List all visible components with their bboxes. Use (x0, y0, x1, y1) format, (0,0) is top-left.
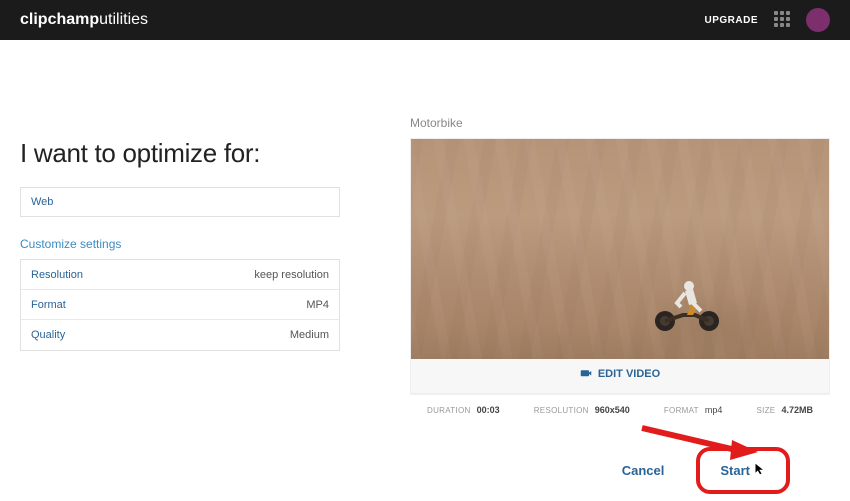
start-label: Start (720, 463, 750, 478)
setting-value: keep resolution (254, 269, 329, 281)
action-row: Cancel Start (410, 423, 830, 488)
setting-label: Quality (31, 329, 65, 341)
setting-label: Resolution (31, 269, 83, 281)
optimize-target-select[interactable]: Web (20, 187, 340, 217)
cursor-icon (754, 463, 766, 478)
avatar[interactable] (806, 8, 830, 32)
optimize-target-value: Web (31, 196, 53, 208)
start-button[interactable]: Start (704, 453, 782, 488)
edit-video-button[interactable]: EDIT VIDEO (580, 368, 660, 380)
apps-grid-icon[interactable] (774, 11, 792, 29)
app-header: clipchamputilities UPGRADE (0, 0, 850, 40)
setting-format[interactable]: Format MP4 (21, 290, 339, 320)
meta-format: FORMATmp4 (664, 405, 723, 415)
video-thumbnail[interactable] (411, 139, 829, 359)
setting-label: Format (31, 299, 66, 311)
customize-heading: Customize settings (20, 237, 340, 251)
edit-video-label: EDIT VIDEO (598, 368, 660, 380)
edit-icon (580, 368, 592, 380)
upgrade-button[interactable]: UPGRADE (704, 15, 758, 26)
setting-value: Medium (290, 329, 329, 341)
settings-list: Resolution keep resolution Format MP4 Qu… (20, 259, 340, 351)
brand-light: utilities (99, 11, 148, 28)
video-card: EDIT VIDEO (410, 138, 830, 394)
meta-resolution: RESOLUTION960x540 (534, 405, 630, 415)
optimize-title: I want to optimize for: (20, 138, 340, 169)
brand-bold: clipchamp (20, 11, 99, 28)
meta-duration: DURATION00:03 (427, 405, 500, 415)
setting-resolution[interactable]: Resolution keep resolution (21, 260, 339, 290)
video-name: Motorbike (410, 116, 830, 130)
setting-value: MP4 (306, 299, 329, 311)
video-meta: DURATION00:03 RESOLUTION960x540 FORMATmp… (410, 394, 830, 423)
motorbike-graphic (649, 273, 729, 333)
meta-size: SIZE4.72MB (756, 405, 813, 415)
cancel-button[interactable]: Cancel (622, 463, 665, 478)
settings-panel: I want to optimize for: Web Customize se… (20, 70, 340, 488)
brand-logo: clipchamputilities (20, 11, 148, 29)
setting-quality[interactable]: Quality Medium (21, 320, 339, 350)
video-panel: Motorbike (410, 70, 830, 488)
